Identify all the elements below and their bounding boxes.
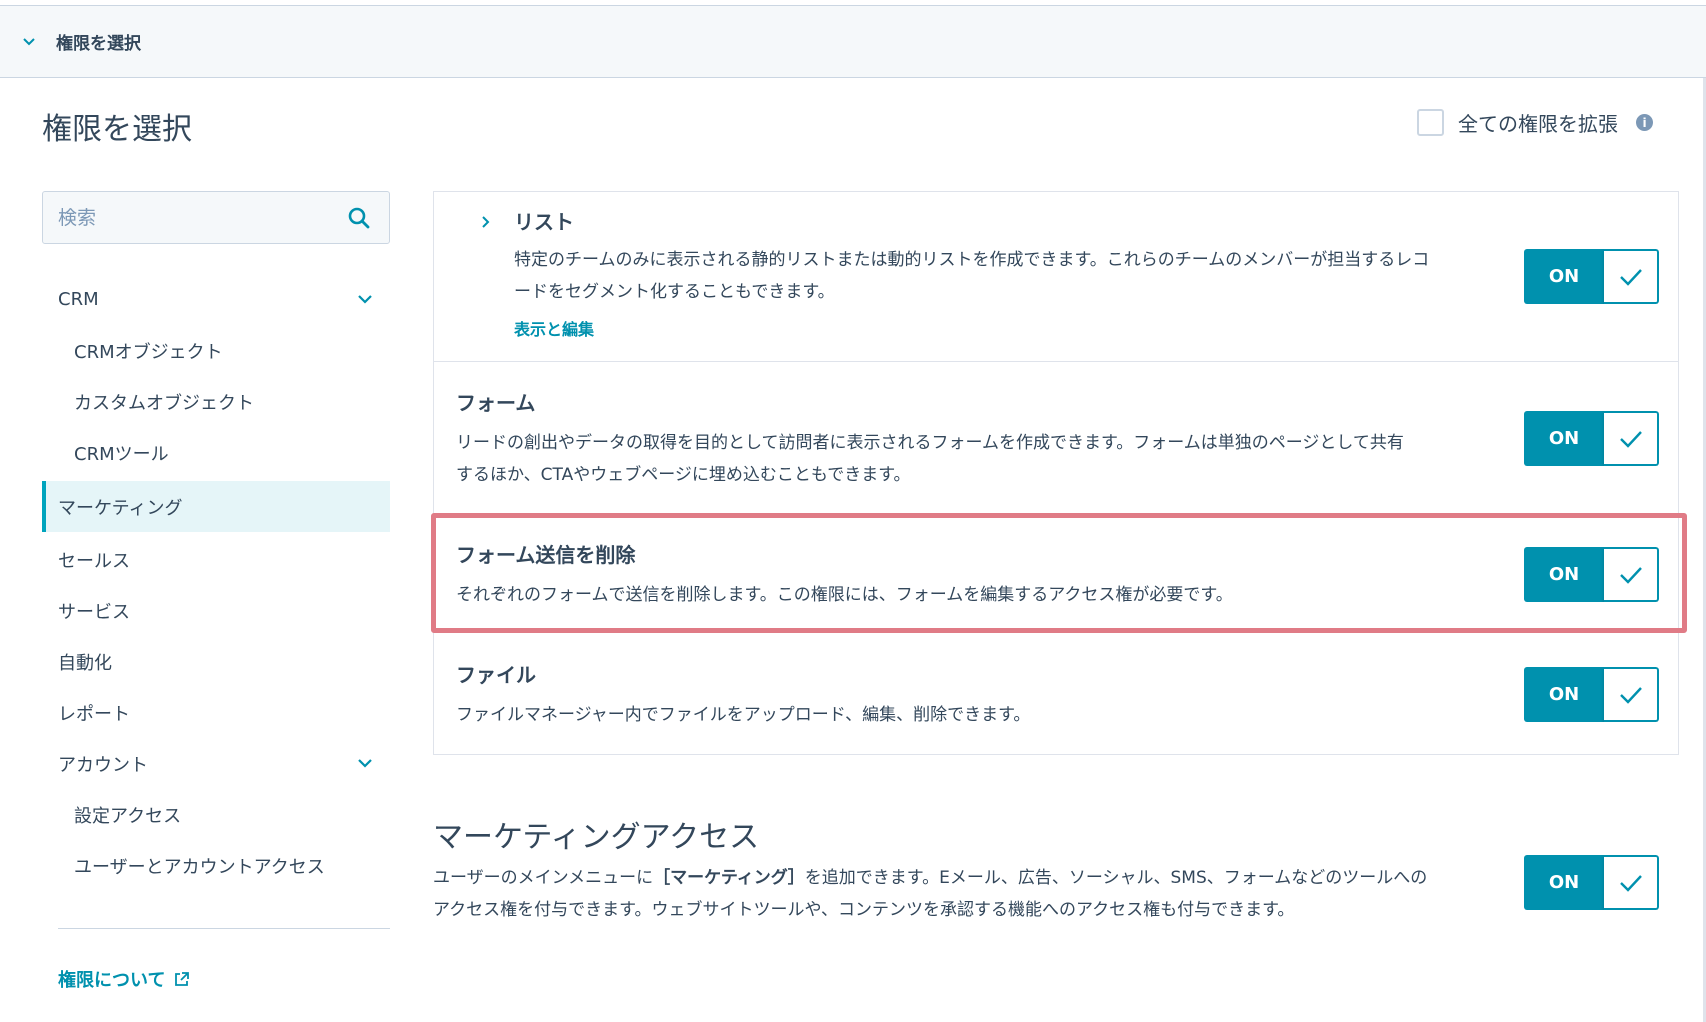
sidebar-item-label: サービス xyxy=(58,601,130,623)
page-title: 権限を選択 xyxy=(42,112,192,147)
sidebar-divider xyxy=(58,928,390,929)
sidebar-item-label: カスタムオブジェクト xyxy=(74,392,254,414)
toggle-delete-submissions[interactable]: ON xyxy=(1524,547,1659,602)
sidebar-item-custom-objects[interactable]: カスタムオブジェクト xyxy=(42,376,390,427)
toggle-on-label: ON xyxy=(1524,411,1604,466)
sidebar-item-label: レポート xyxy=(58,703,130,725)
sidebar-item-label: CRMツール xyxy=(74,443,169,465)
sidebar-item-label: アカウント xyxy=(58,754,148,776)
sidebar-item-crm[interactable]: CRM xyxy=(42,274,390,325)
permission-title-forms: フォーム xyxy=(456,391,536,415)
chevron-down-icon xyxy=(22,35,36,49)
chevron-down-icon[interactable] xyxy=(356,290,374,308)
permissions-card: リスト 特定のチームのみに表示される静的リストまたは動的リストを作成できます。こ… xyxy=(433,191,1679,755)
permission-desc-delete-submissions: それぞれのフォームで送信を削除します。この権限には、フォームを編集するアクセス権… xyxy=(456,585,1233,605)
permissions-sidebar-nav: CRM CRMオブジェクト カスタムオブジェクト CRMツール マーケティング … xyxy=(42,274,390,891)
marketing-access-desc-before: ユーザーのメインメニューに xyxy=(433,868,654,888)
chevron-down-icon[interactable] xyxy=(356,754,374,772)
sidebar-item-reports[interactable]: レポート xyxy=(42,687,390,738)
sidebar-item-label: 自動化 xyxy=(58,652,112,674)
check-icon xyxy=(1604,249,1659,304)
sidebar-item-service[interactable]: サービス xyxy=(42,585,390,636)
sidebar-item-crm-tools[interactable]: CRMツール xyxy=(42,427,390,478)
view-and-edit-link[interactable]: 表示と編集 xyxy=(514,316,594,340)
sidebar-item-sales[interactable]: セールス xyxy=(42,534,390,585)
external-link-icon xyxy=(173,971,190,988)
check-icon xyxy=(1604,855,1659,910)
search-box xyxy=(42,191,390,244)
header-bar-label: 権限を選択 xyxy=(56,34,141,54)
expand-all-checkbox[interactable] xyxy=(1417,109,1444,136)
toggle-on-label: ON xyxy=(1524,855,1604,910)
sidebar-item-label: 設定アクセス xyxy=(74,805,182,827)
sidebar-item-label: CRM xyxy=(58,289,99,310)
marketing-access-desc: ユーザーのメインメニューに［マーケティング］を追加できます。Eメール、広告、ソー… xyxy=(433,862,1439,926)
about-permissions-label: 権限について xyxy=(58,970,166,991)
permission-desc-lists: 特定のチームのみに表示される静的リストまたは動的リストを作成できます。これらのチ… xyxy=(514,250,1430,302)
permission-title-lists: リスト xyxy=(514,210,574,234)
sidebar-item-crm-objects[interactable]: CRMオブジェクト xyxy=(42,325,390,376)
marketing-access-title: マーケティングアクセス xyxy=(433,820,760,855)
toggle-forms[interactable]: ON xyxy=(1524,411,1659,466)
toggle-marketing-access[interactable]: ON xyxy=(1524,855,1659,910)
check-icon xyxy=(1604,667,1659,722)
search-icon[interactable] xyxy=(347,206,371,230)
check-icon xyxy=(1604,411,1659,466)
sidebar-item-label: ユーザーとアカウントアクセス xyxy=(74,856,325,878)
select-permissions-header-bar[interactable]: 権限を選択 xyxy=(0,5,1706,78)
sidebar-item-automation[interactable]: 自動化 xyxy=(42,636,390,687)
permission-desc-forms: リードの創出やデータの取得を目的として訪問者に表示されるフォームを作成できます。… xyxy=(456,433,1404,485)
sidebar-item-settings-access[interactable]: 設定アクセス xyxy=(42,789,390,840)
marketing-menu-name: ［マーケティング］ xyxy=(653,868,805,888)
sidebar-item-marketing[interactable]: マーケティング xyxy=(42,481,390,532)
permission-title-delete-submissions: フォーム送信を削除 xyxy=(456,543,636,567)
expand-all-permissions[interactable]: 全ての権限を拡張 i xyxy=(1417,108,1653,137)
toggle-on-label: ON xyxy=(1524,667,1604,722)
permission-title-files: ファイル xyxy=(456,663,536,687)
sidebar-item-user-account-access[interactable]: ユーザーとアカウントアクセス xyxy=(42,840,390,891)
row-divider xyxy=(434,361,1678,362)
toggle-on-label: ON xyxy=(1524,547,1604,602)
sidebar-item-label: セールス xyxy=(58,550,130,572)
chevron-right-icon[interactable] xyxy=(479,215,493,229)
toggle-files[interactable]: ON xyxy=(1524,667,1659,722)
permission-desc-files: ファイルマネージャー内でファイルをアップロード、編集、削除できます。 xyxy=(456,705,1031,725)
info-icon[interactable]: i xyxy=(1636,114,1653,131)
sidebar-item-account[interactable]: アカウント xyxy=(42,738,390,789)
toggle-lists[interactable]: ON xyxy=(1524,249,1659,304)
sidebar-item-label: マーケティング xyxy=(58,497,183,519)
toggle-on-label: ON xyxy=(1524,249,1604,304)
check-icon xyxy=(1604,547,1659,602)
expand-all-label: 全ての権限を拡張 xyxy=(1458,112,1618,136)
sidebar-item-label: CRMオブジェクト xyxy=(74,341,223,363)
about-permissions-link[interactable]: 権限について xyxy=(58,966,190,992)
search-input[interactable] xyxy=(43,192,347,243)
